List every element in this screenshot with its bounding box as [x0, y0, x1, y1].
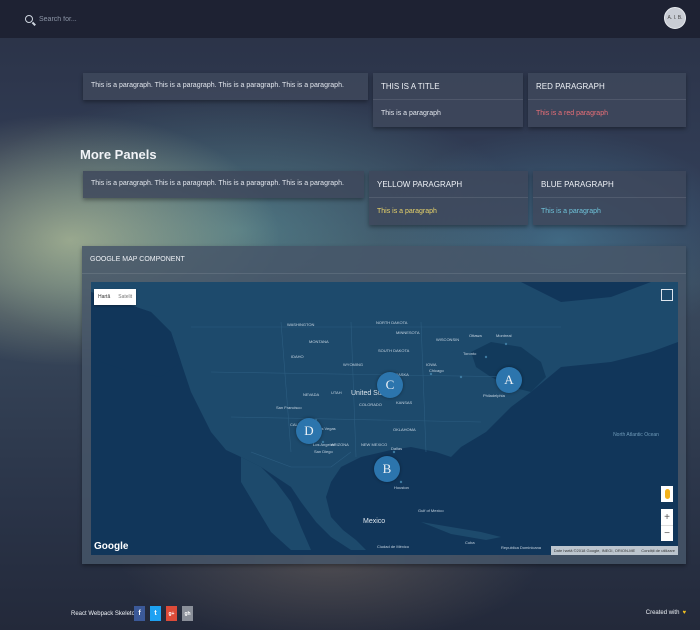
terms-of-use-link[interactable]: Condiții de utilizare: [641, 548, 675, 553]
map-label-city: Ciudad de México: [377, 544, 410, 549]
map-label-city: San Francisco: [276, 405, 302, 410]
map-marker-c[interactable]: C: [377, 372, 403, 398]
paragraph-panel-1: This is a paragraph. This is a paragraph…: [83, 73, 368, 100]
map-data-credit: Date hartă ©2018 Google, INEGI, ORION-ME: [553, 548, 636, 553]
map-marker-a[interactable]: A: [496, 367, 522, 393]
paragraph-text: This is a paragraph. This is a paragraph…: [91, 180, 344, 187]
red-paragraph-text: This is a red paragraph: [536, 110, 608, 117]
search-bar: [25, 15, 239, 23]
map-label-city: SOUTH DAKOTA: [378, 348, 410, 353]
section-title: More Panels: [80, 147, 157, 162]
map-label-city: IDAHO: [291, 354, 304, 359]
map-label-city: IOWA: [426, 362, 437, 367]
map-label-city: NEVADA: [303, 392, 320, 397]
map-label-city: San Diego: [314, 449, 333, 454]
red-paragraph-panel: RED PARAGRAPH This is a red paragraph: [528, 73, 686, 127]
created-with-text: Created with: [645, 610, 680, 616]
blue-paragraph-panel: BLUE PARAGRAPH This is a paragraph: [533, 171, 686, 225]
map-label-city: KANSAS: [396, 400, 413, 405]
panel-title: THIS IS A TITLE: [373, 73, 523, 100]
street-view-pegman-icon[interactable]: [661, 486, 673, 502]
panel-title: GOOGLE MAP COMPONENT: [82, 246, 686, 274]
paragraph-text: This is a paragraph. This is a paragraph…: [91, 82, 344, 89]
map-attribution: Date hartă ©2018 Google, INEGI, ORION-ME…: [550, 546, 678, 555]
map-label-city: Chicago: [429, 368, 444, 373]
map-label-city: OKLAHOMA: [393, 427, 416, 432]
tab-map[interactable]: Hartă: [94, 289, 114, 305]
map-label-city: WASHINGTON: [287, 322, 315, 327]
map-label-city: MONTANA: [309, 339, 329, 344]
twitter-icon[interactable]: t: [150, 606, 161, 621]
map-label-city: NORTH DAKOTA: [376, 320, 408, 325]
avatar[interactable]: A. I. B.: [664, 7, 686, 29]
footer: React Webpack Skeleton f t g+ gh Created…: [0, 600, 700, 630]
title-panel: THIS IS A TITLE This is a paragraph: [373, 73, 523, 127]
top-bar: A. I. B.: [0, 0, 700, 38]
map-label-city: UTAH: [331, 390, 342, 395]
tab-satellite[interactable]: Satelit: [114, 289, 136, 305]
google-map[interactable]: Hartă Satelit + − United States Mexico W…: [91, 282, 678, 555]
map-label-city: Cuba: [465, 540, 475, 545]
github-icon[interactable]: gh: [182, 606, 193, 621]
map-label-city: Philadelphia: [483, 393, 505, 398]
footer-title: React Webpack Skeleton: [71, 611, 139, 617]
paragraph-panel-2: This is a paragraph. This is a paragraph…: [83, 171, 364, 198]
map-label-city: Houston: [394, 485, 409, 490]
search-input[interactable]: [39, 15, 239, 23]
map-label-city: Los Angeles: [313, 442, 335, 447]
heart-icon: ♥: [682, 610, 686, 616]
panel-title: RED PARAGRAPH: [528, 73, 686, 100]
map-type-tabs: Hartă Satelit: [94, 289, 137, 305]
google-logo: Google: [94, 541, 129, 552]
zoom-out-button[interactable]: −: [661, 525, 673, 541]
zoom-in-button[interactable]: +: [661, 509, 673, 525]
panel-title: YELLOW PARAGRAPH: [369, 171, 528, 198]
blue-paragraph-text: This is a paragraph: [541, 208, 601, 215]
map-label-city: Dallas: [391, 446, 403, 451]
map-label-country: Mexico: [363, 518, 386, 525]
map-label-city: Toronto: [463, 351, 477, 356]
map-label-city: MINNESOTA: [396, 330, 420, 335]
fullscreen-icon[interactable]: [661, 289, 673, 301]
yellow-paragraph-panel: YELLOW PARAGRAPH This is a paragraph: [369, 171, 528, 225]
map-label-city: COLORADO: [359, 402, 382, 407]
map-label-city: Republica Dominicana: [501, 545, 542, 550]
google-plus-icon[interactable]: g+: [166, 606, 177, 621]
map-label-city: Ottawa: [469, 333, 482, 338]
map-label-city: WYOMING: [343, 362, 363, 367]
map-label-city: NEW MEXICO: [361, 442, 388, 447]
search-icon[interactable]: [25, 15, 33, 23]
map-label-city: WISCONSIN: [436, 337, 460, 342]
facebook-icon[interactable]: f: [134, 606, 145, 621]
panel-text: This is a paragraph: [381, 110, 441, 117]
google-map-panel: GOOGLE MAP COMPONENT Hartă Satelit + − U…: [82, 246, 686, 564]
map-label-city: Montreal: [496, 333, 512, 338]
zoom-control: + −: [661, 509, 673, 541]
map-marker-b[interactable]: B: [374, 456, 400, 482]
created-with: Created with ♥: [646, 610, 686, 616]
yellow-paragraph-text: This is a paragraph: [377, 208, 437, 215]
map-label-city: Gulf of Mexico: [418, 508, 444, 513]
map-label-ocean: North Atlantic Ocean: [613, 432, 659, 438]
map-marker-d[interactable]: D: [296, 418, 322, 444]
panel-title: BLUE PARAGRAPH: [533, 171, 686, 198]
